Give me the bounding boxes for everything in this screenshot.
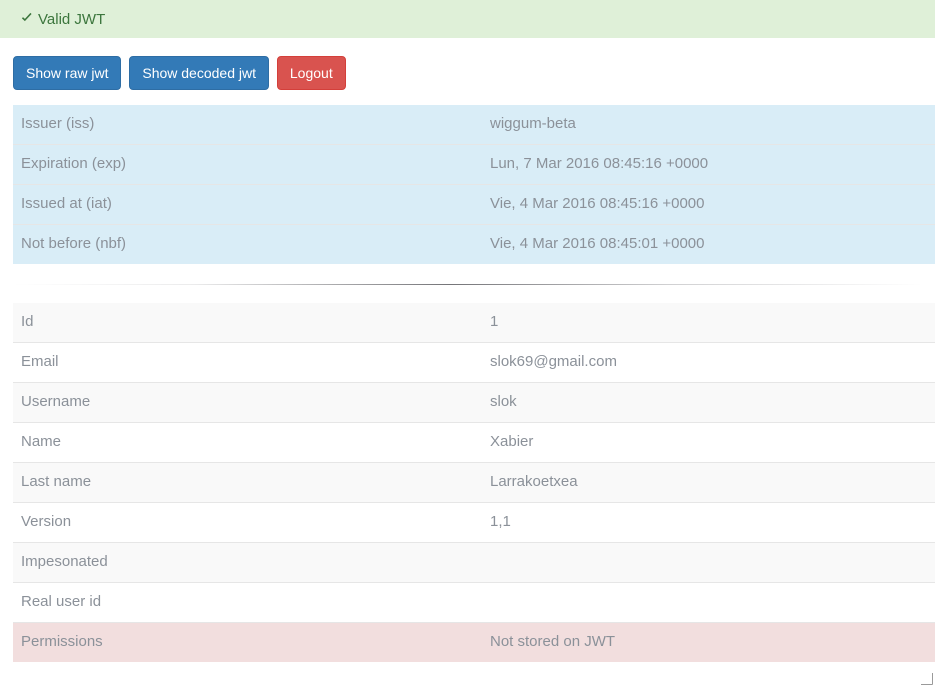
table-row: Id 1: [13, 303, 935, 343]
claim-value: Lun, 7 Mar 2016 08:45:16 +0000: [482, 144, 935, 185]
user-field-value: Xabier: [482, 422, 935, 463]
table-row: Not before (nbf) Vie, 4 Mar 2016 08:45:0…: [13, 224, 935, 264]
table-row: Version 1,1: [13, 502, 935, 543]
user-field-label: Username: [13, 382, 482, 423]
check-icon: [20, 11, 34, 25]
user-info-table: Id 1 Email slok69@gmail.com Username slo…: [13, 303, 935, 662]
table-row: Real user id: [13, 582, 935, 623]
table-row: Last name Larrakoetxea: [13, 462, 935, 503]
table-row: Username slok: [13, 382, 935, 423]
action-button-bar: Show raw jwt Show decoded jwt Logout: [0, 38, 935, 90]
user-field-value: 1,1: [482, 502, 935, 543]
claim-label: Not before (nbf): [13, 224, 482, 264]
logout-button[interactable]: Logout: [276, 56, 346, 90]
user-field-value: 1: [482, 303, 935, 343]
user-field-label: Id: [13, 303, 482, 343]
user-table-body: Id 1 Email slok69@gmail.com Username slo…: [13, 303, 935, 662]
section-divider-container: [0, 284, 935, 285]
section-divider: [13, 284, 922, 285]
show-decoded-jwt-button[interactable]: Show decoded jwt: [129, 56, 269, 90]
claim-value: wiggum-beta: [482, 105, 935, 145]
table-row: Email slok69@gmail.com: [13, 342, 935, 383]
show-raw-jwt-button[interactable]: Show raw jwt: [13, 56, 122, 90]
user-field-label: Permissions: [13, 622, 482, 662]
user-field-value: Not stored on JWT: [482, 622, 935, 662]
table-row: Expiration (exp) Lun, 7 Mar 2016 08:45:1…: [13, 144, 935, 185]
claims-table-container: Issuer (iss) wiggum-beta Expiration (exp…: [0, 105, 935, 264]
table-row-permissions: Permissions Not stored on JWT: [13, 622, 935, 662]
table-row: Name Xabier: [13, 422, 935, 463]
claims-table-body: Issuer (iss) wiggum-beta Expiration (exp…: [13, 105, 935, 264]
alert-message: Valid JWT: [38, 11, 106, 28]
claim-label: Expiration (exp): [13, 144, 482, 185]
user-field-value: slok: [482, 382, 935, 423]
claim-value: Vie, 4 Mar 2016 08:45:01 +0000: [482, 224, 935, 264]
valid-jwt-alert: Valid JWT: [0, 0, 935, 38]
user-field-label: Last name: [13, 462, 482, 503]
user-field-value: Larrakoetxea: [482, 462, 935, 503]
table-row: Impesonated: [13, 542, 935, 583]
claim-label: Issuer (iss): [13, 105, 482, 145]
user-table-container: Id 1 Email slok69@gmail.com Username slo…: [0, 303, 935, 662]
user-field-value: slok69@gmail.com: [482, 342, 935, 383]
resize-grip-icon[interactable]: [920, 672, 934, 686]
table-row: Issued at (iat) Vie, 4 Mar 2016 08:45:16…: [13, 184, 935, 225]
user-field-value: [482, 542, 935, 583]
claim-label: Issued at (iat): [13, 184, 482, 225]
table-row: Issuer (iss) wiggum-beta: [13, 105, 935, 145]
user-field-label: Email: [13, 342, 482, 383]
user-field-label: Version: [13, 502, 482, 543]
user-field-label: Real user id: [13, 582, 482, 623]
user-field-label: Name: [13, 422, 482, 463]
user-field-label: Impesonated: [13, 542, 482, 583]
claim-value: Vie, 4 Mar 2016 08:45:16 +0000: [482, 184, 935, 225]
user-field-value: [482, 582, 935, 623]
jwt-claims-table: Issuer (iss) wiggum-beta Expiration (exp…: [13, 105, 935, 264]
